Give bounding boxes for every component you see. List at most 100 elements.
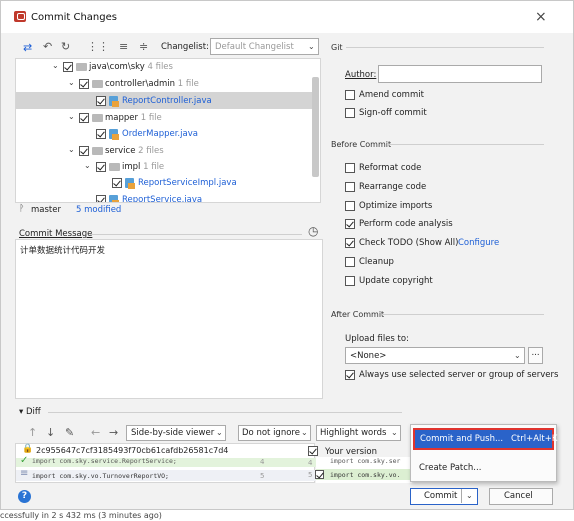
changelist-select[interactable]: Default Changelist ⌄: [210, 38, 319, 55]
tree-file[interactable]: ReportService.java: [122, 195, 202, 202]
cleanup-label[interactable]: Cleanup: [359, 257, 394, 267]
group-by-icon[interactable]: ⋮⋮: [87, 40, 109, 53]
highlight-value: Highlight words: [320, 428, 387, 438]
perform-code-analysis-label[interactable]: Perform code analysis: [359, 219, 453, 229]
divider: [346, 47, 544, 48]
window-title: Commit Changes: [31, 12, 117, 23]
chevron-down-icon[interactable]: ⌄: [68, 112, 75, 121]
upload-files-label: Upload files to:: [345, 334, 409, 344]
tree-checkbox[interactable]: [79, 146, 89, 156]
tree-checkbox[interactable]: [96, 162, 106, 172]
always-use-server-label[interactable]: Always use selected server or group of s…: [359, 370, 558, 380]
browse-servers-button[interactable]: ...: [528, 347, 543, 364]
optimize-imports-checkbox[interactable]: [345, 201, 355, 211]
commit-message-label: Commit Message: [19, 229, 93, 239]
diff-toggle[interactable]: ▾ Diff: [19, 407, 41, 417]
chevron-down-icon[interactable]: ⌄: [52, 61, 59, 70]
git-section-header: Git: [331, 43, 343, 52]
arrow-up-icon[interactable]: ↑: [28, 426, 37, 439]
help-icon[interactable]: ?: [18, 490, 31, 503]
optimize-imports-label[interactable]: Optimize imports: [359, 201, 432, 211]
tree-checkbox[interactable]: [96, 195, 106, 202]
move-to-changelist-icon[interactable]: ⇄: [23, 41, 32, 54]
modified-count: 5 modified: [76, 205, 122, 215]
include-line-checkbox[interactable]: [315, 470, 324, 479]
commit-and-push-label: Commit and Push...: [420, 434, 504, 444]
sign-off-checkbox[interactable]: [345, 108, 355, 118]
tree-checkbox[interactable]: [63, 62, 73, 72]
configure-link[interactable]: Configure: [458, 238, 499, 248]
amend-commit-checkbox[interactable]: [345, 90, 355, 100]
tree-file[interactable]: ReportController.java: [122, 96, 212, 106]
java-file-icon: [109, 96, 119, 107]
rearrange-code-label[interactable]: Rearrange code: [359, 182, 426, 192]
line-number: 4: [260, 458, 265, 466]
update-copyright-checkbox[interactable]: [345, 276, 355, 286]
viewer-value: Side-by-side viewer: [131, 428, 215, 438]
amend-commit-label[interactable]: Amend commit: [359, 90, 424, 100]
tree-checkbox[interactable]: [96, 129, 106, 139]
chevron-down-icon: ⌄: [514, 351, 521, 360]
chevron-down-icon[interactable]: ⌄: [84, 161, 91, 170]
create-patch-menu-item[interactable]: Create Patch...: [419, 463, 481, 473]
tree-node[interactable]: controller\admin 1 file: [105, 79, 199, 89]
perform-code-analysis-checkbox[interactable]: [345, 219, 355, 229]
refresh-icon[interactable]: ↻: [61, 40, 70, 53]
history-icon[interactable]: ◷: [308, 224, 318, 238]
close-icon[interactable]: ×: [535, 9, 547, 25]
collapse-all-icon[interactable]: ≑: [139, 40, 148, 53]
author-input[interactable]: [378, 65, 542, 83]
chevron-down-icon[interactable]: ⌄: [466, 491, 473, 500]
always-use-server-checkbox[interactable]: [345, 370, 355, 380]
check-icon: ✓: [20, 455, 29, 466]
branch-name[interactable]: master: [31, 205, 61, 215]
line-number: 5: [308, 471, 313, 479]
changelist-label: Changelist:: [161, 42, 209, 52]
reformat-code-checkbox[interactable]: [345, 163, 355, 173]
sign-off-label[interactable]: Sign-off commit: [359, 108, 427, 118]
undo-icon[interactable]: ↶: [43, 40, 52, 53]
tree-file[interactable]: OrderMapper.java: [122, 129, 198, 139]
tree-file[interactable]: ReportServiceImpl.java: [138, 178, 237, 188]
ignore-select[interactable]: Do not ignore ⌄: [238, 425, 311, 441]
line-number: 4: [308, 459, 313, 467]
commit-and-push-menu-item[interactable]: Commit and Push... Ctrl+Alt+K: [413, 428, 557, 450]
lock-icon: 🔒: [22, 444, 34, 454]
viewer-select[interactable]: Side-by-side viewer ⌄: [126, 425, 226, 441]
tree-node[interactable]: service 2 files: [105, 146, 164, 156]
tree-node[interactable]: java\com\sky 4 files: [89, 62, 173, 72]
cancel-button[interactable]: Cancel: [489, 488, 553, 505]
tree-scrollbar[interactable]: [312, 77, 319, 177]
include-change-checkbox[interactable]: [308, 446, 318, 456]
commit-changes-dialog: Commit Changes × ⇄ ↶ ↻ ⋮⋮ ≡ ≑ Changelist…: [0, 0, 574, 510]
before-commit-header: Before Commit: [331, 140, 392, 149]
tree-checkbox[interactable]: [96, 96, 106, 106]
arrow-left-icon[interactable]: ←: [91, 426, 100, 439]
rearrange-code-checkbox[interactable]: [345, 182, 355, 192]
cleanup-checkbox[interactable]: [345, 257, 355, 267]
upload-server-select[interactable]: <None> ⌄: [345, 347, 525, 364]
divider: [382, 314, 544, 315]
check-todo-checkbox[interactable]: [345, 238, 355, 248]
expand-all-icon[interactable]: ≡: [119, 40, 128, 53]
changes-tree: ⌄ java\com\sky 4 files ⌄ controller\admi…: [15, 58, 321, 203]
edit-icon[interactable]: ✎: [65, 426, 74, 439]
chevron-down-icon[interactable]: ⌄: [68, 78, 75, 87]
folder-icon: [92, 147, 103, 155]
divider: [387, 144, 544, 145]
check-todo-label[interactable]: Check TODO (Show All): [359, 238, 458, 248]
tree-node[interactable]: impl 1 file: [122, 162, 164, 172]
arrow-down-icon[interactable]: ↓: [46, 426, 55, 439]
tree-node[interactable]: mapper 1 file: [105, 113, 162, 123]
reformat-code-label[interactable]: Reformat code: [359, 163, 421, 173]
commit-button[interactable]: Commit ⌄: [410, 488, 478, 505]
commit-message-input[interactable]: 计单数据统计代码开发: [15, 239, 323, 399]
tree-checkbox[interactable]: [112, 178, 122, 188]
commit-message-text: 计单数据统计代码开发: [20, 246, 106, 256]
chevron-down-icon[interactable]: ⌄: [68, 145, 75, 154]
tree-checkbox[interactable]: [79, 79, 89, 89]
tree-checkbox[interactable]: [79, 113, 89, 123]
update-copyright-label[interactable]: Update copyright: [359, 276, 433, 286]
arrow-right-icon[interactable]: →: [109, 426, 118, 439]
highlight-select[interactable]: Highlight words ⌄: [316, 425, 401, 441]
